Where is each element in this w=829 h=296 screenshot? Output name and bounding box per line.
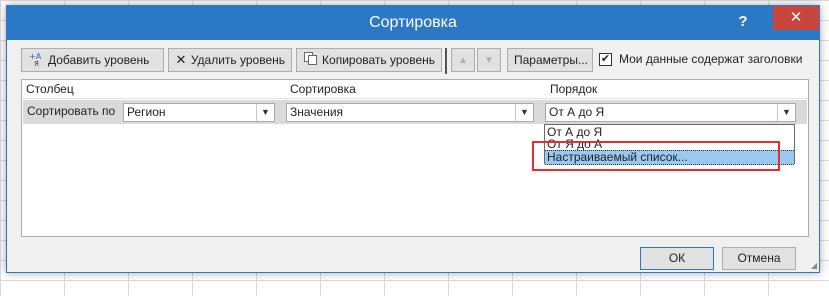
order-select[interactable]: От А до Я ▼ — [545, 103, 796, 122]
close-button[interactable]: ✕ — [773, 6, 819, 30]
add-level-button[interactable]: +A Я Добавить уровень — [21, 48, 164, 72]
move-down-button[interactable]: ▼ — [477, 48, 501, 72]
order-dropdown-list: От А до Я От Я до А Настраиваемый список… — [544, 124, 795, 165]
delete-level-button[interactable]: ✕ Удалить уровень — [168, 48, 292, 72]
resize-grip-icon[interactable]: ◢ — [811, 262, 817, 270]
options-button[interactable]: Параметры... — [507, 48, 593, 72]
move-up-button[interactable]: ▲ — [451, 48, 475, 72]
delete-x-icon: ✕ — [175, 52, 187, 67]
headers-checkbox-row[interactable]: ✔ Мои данные содержат заголовки — [599, 52, 802, 66]
headers-checkbox-label: Мои данные содержат заголовки — [619, 52, 803, 66]
help-button[interactable]: ? — [733, 12, 753, 32]
delete-level-label: Удалить уровень — [190, 53, 285, 67]
column-header-sort-on: Сортировка — [290, 82, 356, 96]
sort-level-row[interactable]: Сортировать по Регион ▼ Значения ▼ От А … — [23, 100, 807, 124]
add-level-label: Добавить уровень — [48, 53, 150, 67]
toolbar: +A Я Добавить уровень ✕ Удалить уровень К… — [21, 48, 811, 74]
add-level-icon: +A Я — [28, 52, 44, 69]
dialog-titlebar: Сортировка ? ✕ — [7, 6, 819, 40]
column-header-order: Порядок — [550, 82, 598, 96]
chevron-down-icon[interactable]: ▼ — [777, 104, 795, 121]
toolbar-separator — [445, 48, 447, 74]
headers-checkbox[interactable]: ✔ — [599, 52, 612, 66]
chevron-down-icon[interactable]: ▼ — [515, 104, 533, 121]
order-option-custom-list[interactable]: Настраиваемый список... — [545, 150, 794, 165]
column-select[interactable]: Регион ▼ — [123, 103, 275, 122]
dialog-title: Сортировка — [369, 14, 457, 31]
copy-level-label: Копировать уровень — [322, 53, 435, 67]
column-select-value: Регион — [127, 105, 166, 119]
cancel-button[interactable]: Отмена — [722, 247, 796, 270]
ok-button[interactable]: ОК — [640, 247, 714, 270]
copy-icon — [303, 52, 318, 68]
sort-on-select-value: Значения — [290, 105, 344, 119]
sort-by-label: Сортировать по — [27, 104, 116, 118]
sort-dialog: Сортировка ? ✕ +A Я Добавить уровень ✕ Уд… — [6, 5, 820, 273]
svg-text:Я: Я — [34, 60, 39, 66]
copy-level-button[interactable]: Копировать уровень — [296, 48, 442, 72]
sort-levels-list: Столбец Сортировка Порядок Сортировать п… — [21, 79, 809, 237]
header-divider — [22, 98, 808, 99]
column-header-column: Столбец — [26, 82, 74, 96]
order-select-value: От А до Я — [549, 105, 605, 119]
chevron-down-icon[interactable]: ▼ — [256, 104, 274, 121]
sort-on-select[interactable]: Значения ▼ — [286, 103, 534, 122]
